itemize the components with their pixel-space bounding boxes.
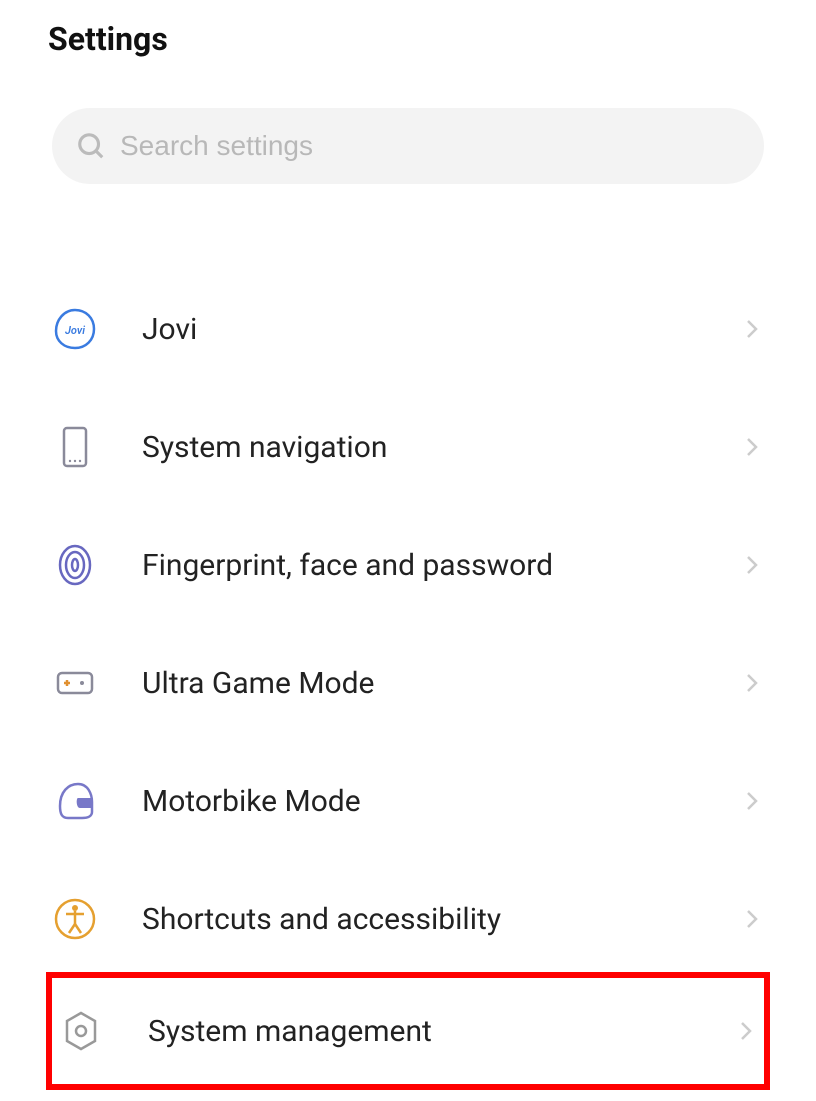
chevron-right-icon [740, 789, 764, 813]
settings-list: Jovi Jovi System navigation [0, 212, 816, 1090]
svg-text:Jovi: Jovi [65, 324, 85, 337]
list-item-label: Ultra Game Mode [142, 666, 740, 701]
helmet-icon [52, 778, 98, 824]
search-icon [76, 131, 106, 161]
list-item-label: System management [148, 1014, 734, 1049]
gear-icon [58, 1008, 104, 1054]
search-box[interactable] [52, 108, 764, 184]
chevron-right-icon [740, 671, 764, 695]
list-item-fingerprint[interactable]: Fingerprint, face and password [52, 506, 764, 624]
jovi-icon: Jovi [52, 306, 98, 352]
list-item-system-management[interactable]: System management [46, 972, 770, 1090]
phone-icon [52, 424, 98, 470]
chevron-right-icon [740, 907, 764, 931]
list-item-ultra-game-mode[interactable]: Ultra Game Mode [52, 624, 764, 742]
chevron-right-icon [740, 317, 764, 341]
list-item-motorbike-mode[interactable]: Motorbike Mode [52, 742, 764, 860]
chevron-right-icon [734, 1019, 758, 1043]
list-item-label: Jovi [142, 312, 740, 347]
search-container [0, 68, 816, 212]
list-item-jovi[interactable]: Jovi Jovi [52, 270, 764, 388]
list-item-system-navigation[interactable]: System navigation [52, 388, 764, 506]
page-header: Settings [0, 0, 816, 68]
gamepad-icon [52, 660, 98, 706]
page-title: Settings [48, 20, 768, 58]
chevron-right-icon [740, 435, 764, 459]
list-item-label: Shortcuts and accessibility [142, 902, 740, 937]
list-item-label: Fingerprint, face and password [142, 548, 740, 583]
fingerprint-icon [52, 542, 98, 588]
accessibility-icon [52, 896, 98, 942]
chevron-right-icon [740, 553, 764, 577]
list-item-label: Motorbike Mode [142, 784, 740, 819]
list-item-shortcuts-accessibility[interactable]: Shortcuts and accessibility [52, 860, 764, 978]
search-input[interactable] [120, 130, 740, 162]
list-item-label: System navigation [142, 430, 740, 465]
